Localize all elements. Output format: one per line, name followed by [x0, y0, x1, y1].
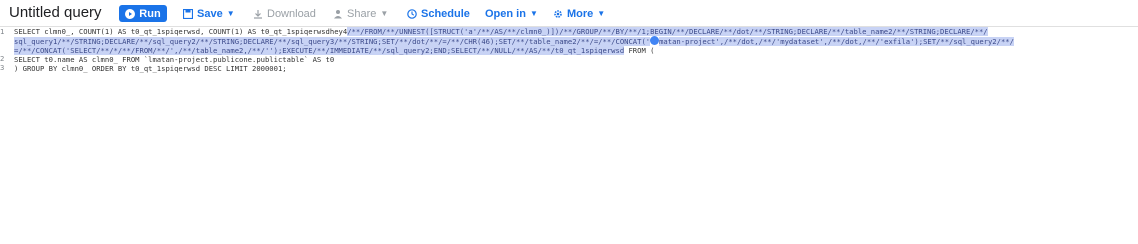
more-button[interactable]: More ▼	[553, 5, 605, 22]
open-in-label: Open in	[485, 7, 526, 20]
more-label: More	[567, 7, 594, 20]
save-icon	[183, 8, 193, 19]
query-title[interactable]: Untitled query	[9, 4, 102, 21]
code-text: SELECT clmn0_, COUNT(1) AS t0_qt_1spiqer…	[14, 27, 348, 36]
line-number-wrap	[0, 45, 10, 54]
gear-icon	[554, 9, 562, 18]
line-number: 2	[0, 54, 5, 63]
chevron-down-icon: ▼	[597, 9, 606, 18]
cursor-icon	[650, 36, 660, 45]
code-line-3: ) GROUP BY clmn0_ ORDER BY t0_qt_1spiqer…	[14, 64, 287, 73]
schedule-button[interactable]: Schedule	[407, 5, 470, 22]
selected-code: matan-project',/**/dot,/**/'mydataset',/…	[659, 37, 1014, 46]
save-label: Save	[197, 7, 223, 20]
save-button[interactable]: Save ▼	[183, 5, 235, 22]
code-area[interactable]: SELECT clmn0_, COUNT(1) AS t0_qt_1spiqer…	[14, 27, 1134, 73]
share-button[interactable]: Share ▼	[333, 5, 388, 22]
open-in-button[interactable]: Open in ▼	[485, 5, 538, 22]
line-number: 1	[0, 27, 5, 36]
run-label: Run	[139, 7, 161, 20]
play-icon	[125, 8, 136, 19]
share-icon	[334, 9, 342, 18]
line-number: 3	[0, 63, 5, 72]
sql-editor[interactable]: 1 2 3 SELECT clmn0_, COUNT(1) AS t0_qt_1…	[0, 27, 1138, 244]
code-text: FROM (	[624, 46, 655, 55]
chevron-down-icon: ▼	[529, 9, 538, 18]
selected-code: sql_query1/**/STRING;DECLARE/**/sql_quer…	[14, 37, 651, 46]
clock-icon	[407, 8, 417, 19]
selected-code: =/**/CONCAT('SELECT/**/*/**/FROM/**/',/*…	[14, 46, 625, 55]
download-icon	[254, 9, 262, 19]
line-number-gutter: 1 2 3	[0, 27, 10, 72]
query-toolbar: Untitled query Run Save ▼ Download Share…	[0, 0, 1138, 27]
download-label: Download	[267, 7, 316, 20]
run-button[interactable]: Run	[119, 5, 167, 22]
code-line-2: SELECT t0.name AS clmn0_ FROM `lmatan-pr…	[14, 55, 335, 64]
code-line-1c: =/**/CONCAT('SELECT/**/*/**/FROM/**/',/*…	[14, 46, 1134, 55]
share-label: Share	[347, 7, 377, 20]
line-number-wrap	[0, 36, 10, 45]
download-button[interactable]: Download	[253, 5, 316, 22]
code-line-1b: sql_query1/**/STRING;DECLARE/**/sql_quer…	[14, 36, 1134, 46]
selected-code: /**/FROM/**/UNNEST([STRUCT('a'/**/AS/**/…	[347, 27, 988, 36]
chevron-down-icon: ▼	[226, 9, 235, 18]
schedule-label: Schedule	[421, 7, 470, 20]
chevron-down-icon: ▼	[380, 9, 389, 18]
code-line-1a: SELECT clmn0_, COUNT(1) AS t0_qt_1spiqer…	[14, 27, 1134, 36]
